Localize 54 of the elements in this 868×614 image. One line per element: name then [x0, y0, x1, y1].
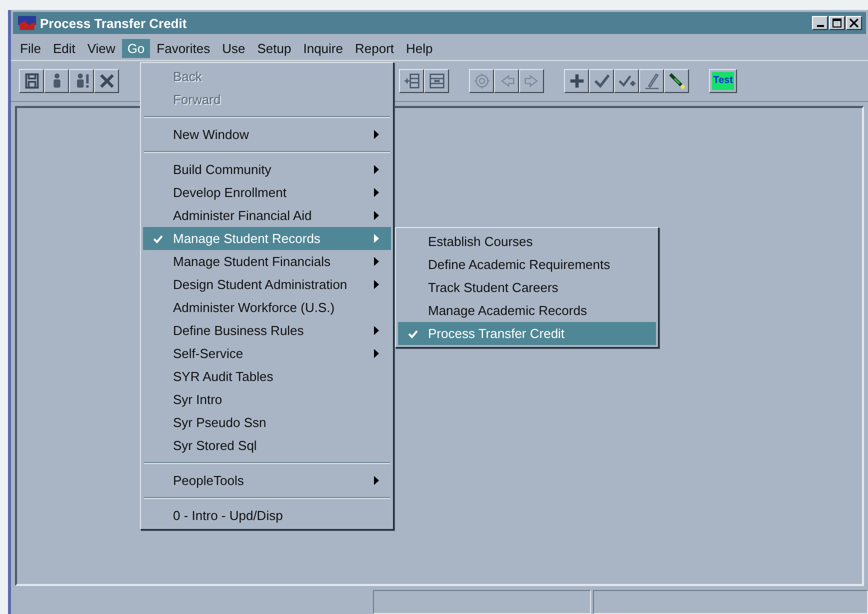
menu-entry[interactable]: Administer Financial Aid	[143, 204, 391, 227]
menu-entry[interactable]: Manage Student Financials	[143, 250, 391, 273]
menu-entry[interactable]: SYR Audit Tables	[143, 365, 391, 388]
menu-entry[interactable]: Manage Student Records	[143, 227, 391, 250]
menu-item[interactable]: Report	[350, 38, 400, 58]
menu-item[interactable]: Go	[122, 38, 150, 58]
toolbar-button[interactable]	[399, 69, 424, 93]
maximize-button[interactable]	[829, 16, 845, 30]
list-insert-icon	[402, 71, 422, 91]
menu-entry[interactable]: PeopleTools	[143, 469, 391, 492]
minimize-button[interactable]	[812, 16, 828, 30]
test-button[interactable]: Test	[709, 69, 737, 93]
toolbar-button[interactable]	[94, 69, 119, 93]
menu-entry[interactable]: Self-Service	[143, 342, 391, 365]
menu-entry[interactable]: Syr Intro	[143, 388, 391, 411]
toolbar-button[interactable]	[69, 69, 94, 93]
toolbar-button[interactable]	[664, 69, 689, 93]
menu-item[interactable]: Setup	[252, 38, 296, 58]
menu-entry[interactable]: Define Academic Requirements	[398, 253, 656, 276]
menu-entry[interactable]: Track Student Careers	[398, 276, 656, 299]
menu-item[interactable]: Favorites	[152, 38, 216, 58]
list-remove-icon	[426, 71, 446, 91]
menu-item[interactable]: Use	[217, 38, 250, 58]
app-icon	[17, 15, 37, 31]
menu-entry[interactable]: Develop Enrollment	[143, 181, 391, 204]
menu-entry[interactable]: Define Business Rules	[143, 319, 391, 342]
wand-icon	[666, 71, 686, 91]
toolbar-button[interactable]	[424, 69, 449, 93]
menu-item[interactable]: View	[82, 38, 120, 58]
menu-entry[interactable]: Process Transfer Credit	[398, 322, 656, 345]
toolbar-button[interactable]	[589, 69, 614, 93]
minimize-icon	[816, 25, 824, 27]
toolbar-button[interactable]	[44, 69, 69, 93]
close-icon	[849, 18, 859, 28]
menu-entry[interactable]: Build Community	[143, 158, 391, 181]
menu-entry[interactable]: Syr Stored Sql	[143, 434, 391, 457]
menu-item[interactable]: Inquire	[298, 38, 348, 58]
menu-entry[interactable]: Manage Academic Records	[398, 299, 656, 322]
menu-entry[interactable]: 0 - Intro - Upd/Disp	[143, 504, 391, 527]
toolbar-button[interactable]	[614, 69, 639, 93]
menu-entry[interactable]: Design Student Administration	[143, 273, 391, 296]
menu-item[interactable]: Edit	[48, 38, 80, 58]
menu-entry[interactable]: Syr Pseudo Ssn	[143, 411, 391, 434]
window-title: Process Transfer Credit	[40, 16, 188, 30]
toolbar-button[interactable]	[639, 69, 664, 93]
maximize-icon	[832, 18, 842, 28]
close-button[interactable]	[846, 16, 862, 30]
menu-item[interactable]: File	[15, 38, 46, 58]
menu-entry[interactable]: Establish Courses	[398, 230, 656, 253]
menu-entry[interactable]: New Window	[143, 123, 391, 146]
toolbar-button[interactable]	[19, 69, 44, 93]
menu-item[interactable]: Help	[401, 38, 438, 58]
menu-entry[interactable]: Administer Workforce (U.S.)	[143, 296, 391, 319]
toolbar-button[interactable]	[564, 69, 589, 93]
